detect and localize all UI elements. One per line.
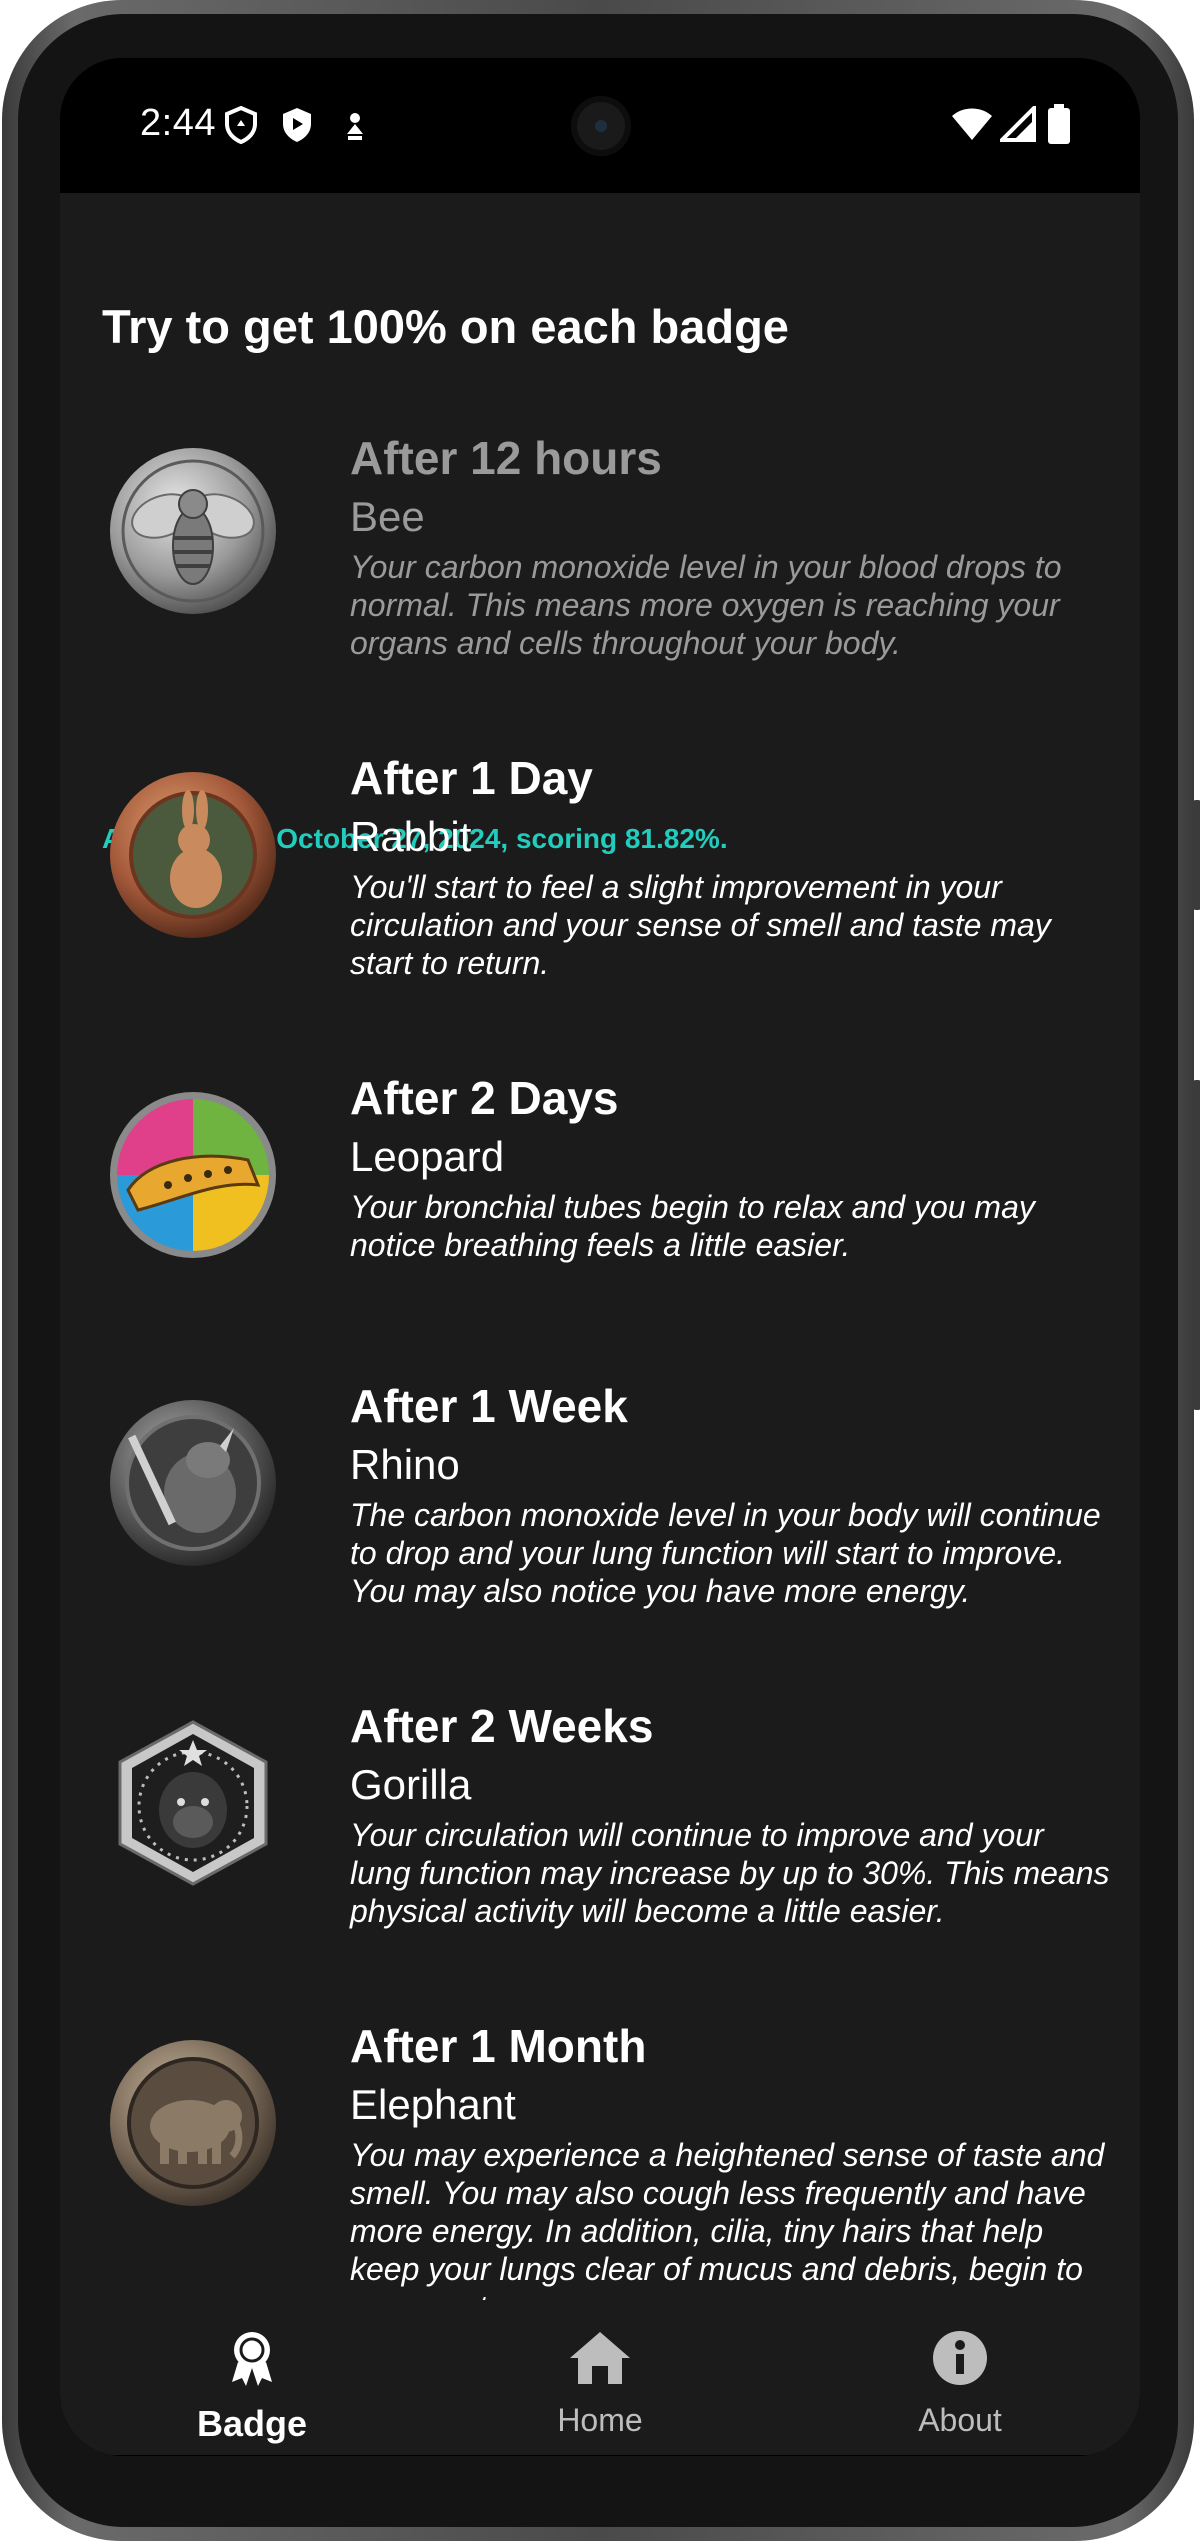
badge-title: After 12 hours (350, 432, 662, 484)
badge-row-rhino[interactable]: After 1 Week Rhino The carbon monoxide l… (60, 1378, 1140, 1668)
badge-text: After 1 Day Rabbit You'll start to feel … (350, 750, 1110, 982)
nav-badge[interactable]: Badge (142, 2330, 362, 2445)
nav-about-label: About (918, 2402, 1002, 2438)
badge-list-screen[interactable]: Try to get 100% on each badge After 12 h… (60, 193, 1140, 2300)
badge-description: Your carbon monoxide level in your blood… (350, 549, 1062, 661)
gorilla-medal-icon (108, 1718, 278, 1888)
page-title: Try to get 100% on each badge (102, 300, 789, 353)
badge-title: After 1 Day (350, 752, 593, 804)
badge-title: After 1 Month (350, 2020, 647, 2072)
badge-description: You'll start to feel a slight improvemen… (350, 869, 1051, 981)
phone-frame: 2:44 Try to get 100% on each badge After… (2, 0, 1200, 2541)
rabbit-medal-icon (108, 770, 278, 940)
nav-badge-label: Badge (196, 2403, 308, 2444)
badge-text: After 12 hours Bee Your carbon monoxide … (350, 430, 1110, 662)
nav-about[interactable]: About (850, 2330, 1070, 2439)
info-icon (850, 2330, 1070, 2394)
bottom-navigation: Badge Home About (60, 2300, 1140, 2455)
badge-row-bee[interactable]: After 12 hours Bee Your carbon monoxide … (60, 430, 1140, 670)
home-icon (490, 2330, 710, 2394)
badge-row-gorilla[interactable]: After 2 Weeks Gorilla Your circulation w… (60, 1698, 1140, 1988)
badge-row-elephant[interactable]: After 1 Month Elephant You may experienc… (60, 2018, 1140, 2300)
badge-animal: Leopard (350, 1133, 505, 1180)
status-bar: 2:44 (60, 58, 1140, 193)
badge-animal: Rabbit (350, 813, 472, 860)
badge-text: After 1 Month Elephant You may experienc… (350, 2018, 1110, 2300)
badge-ribbon-icon (142, 2330, 362, 2395)
location-person-icon (342, 110, 368, 147)
nav-home-label: Home (557, 2402, 643, 2438)
badge-animal: Bee (350, 493, 425, 540)
badge-animal: Elephant (350, 2081, 516, 2128)
badge-description: Your circulation will continue to improv… (350, 1817, 1110, 1929)
badge-description: You may experience a heightened sense of… (350, 2137, 1105, 2300)
navigation-area: Badge Home About (60, 2300, 1140, 2456)
bee-medal-icon (108, 446, 278, 616)
shield-outline-icon (224, 105, 258, 149)
badge-title: After 2 Days (350, 1072, 619, 1124)
badge-row-leopard[interactable]: After 2 Days Leopard Your bronchial tube… (60, 1070, 1140, 1360)
elephant-medal-icon (108, 2038, 278, 2208)
status-time: 2:44 (140, 102, 216, 144)
nav-home[interactable]: Home (490, 2330, 710, 2439)
badge-description: Your bronchial tubes begin to relax and … (350, 1189, 1035, 1263)
play-shield-icon (280, 106, 314, 149)
badge-title: After 1 Week (350, 1380, 628, 1432)
volume-button (1192, 800, 1200, 910)
badge-title: After 2 Weeks (350, 1700, 654, 1752)
badge-description: The carbon monoxide level in your body w… (350, 1497, 1101, 1609)
rhino-medal-icon (108, 1398, 278, 1568)
badge-row-rabbit[interactable]: After 1 Day Rabbit You'll start to feel … (60, 750, 1140, 1040)
badge-text: After 2 Weeks Gorilla Your circulation w… (350, 1698, 1110, 1930)
front-camera (571, 96, 631, 156)
power-button (1192, 1080, 1200, 1410)
badge-animal: Rhino (350, 1441, 460, 1488)
wifi-icon (950, 106, 994, 147)
badge-text: After 2 Days Leopard Your bronchial tube… (350, 1070, 1110, 1264)
screen: 2:44 Try to get 100% on each badge After… (60, 58, 1140, 2456)
battery-icon (1048, 104, 1070, 149)
leopard-medal-icon (108, 1090, 278, 1260)
signal-icon (997, 103, 1036, 147)
badge-text: After 1 Week Rhino The carbon monoxide l… (350, 1378, 1110, 1610)
badge-animal: Gorilla (350, 1761, 472, 1808)
